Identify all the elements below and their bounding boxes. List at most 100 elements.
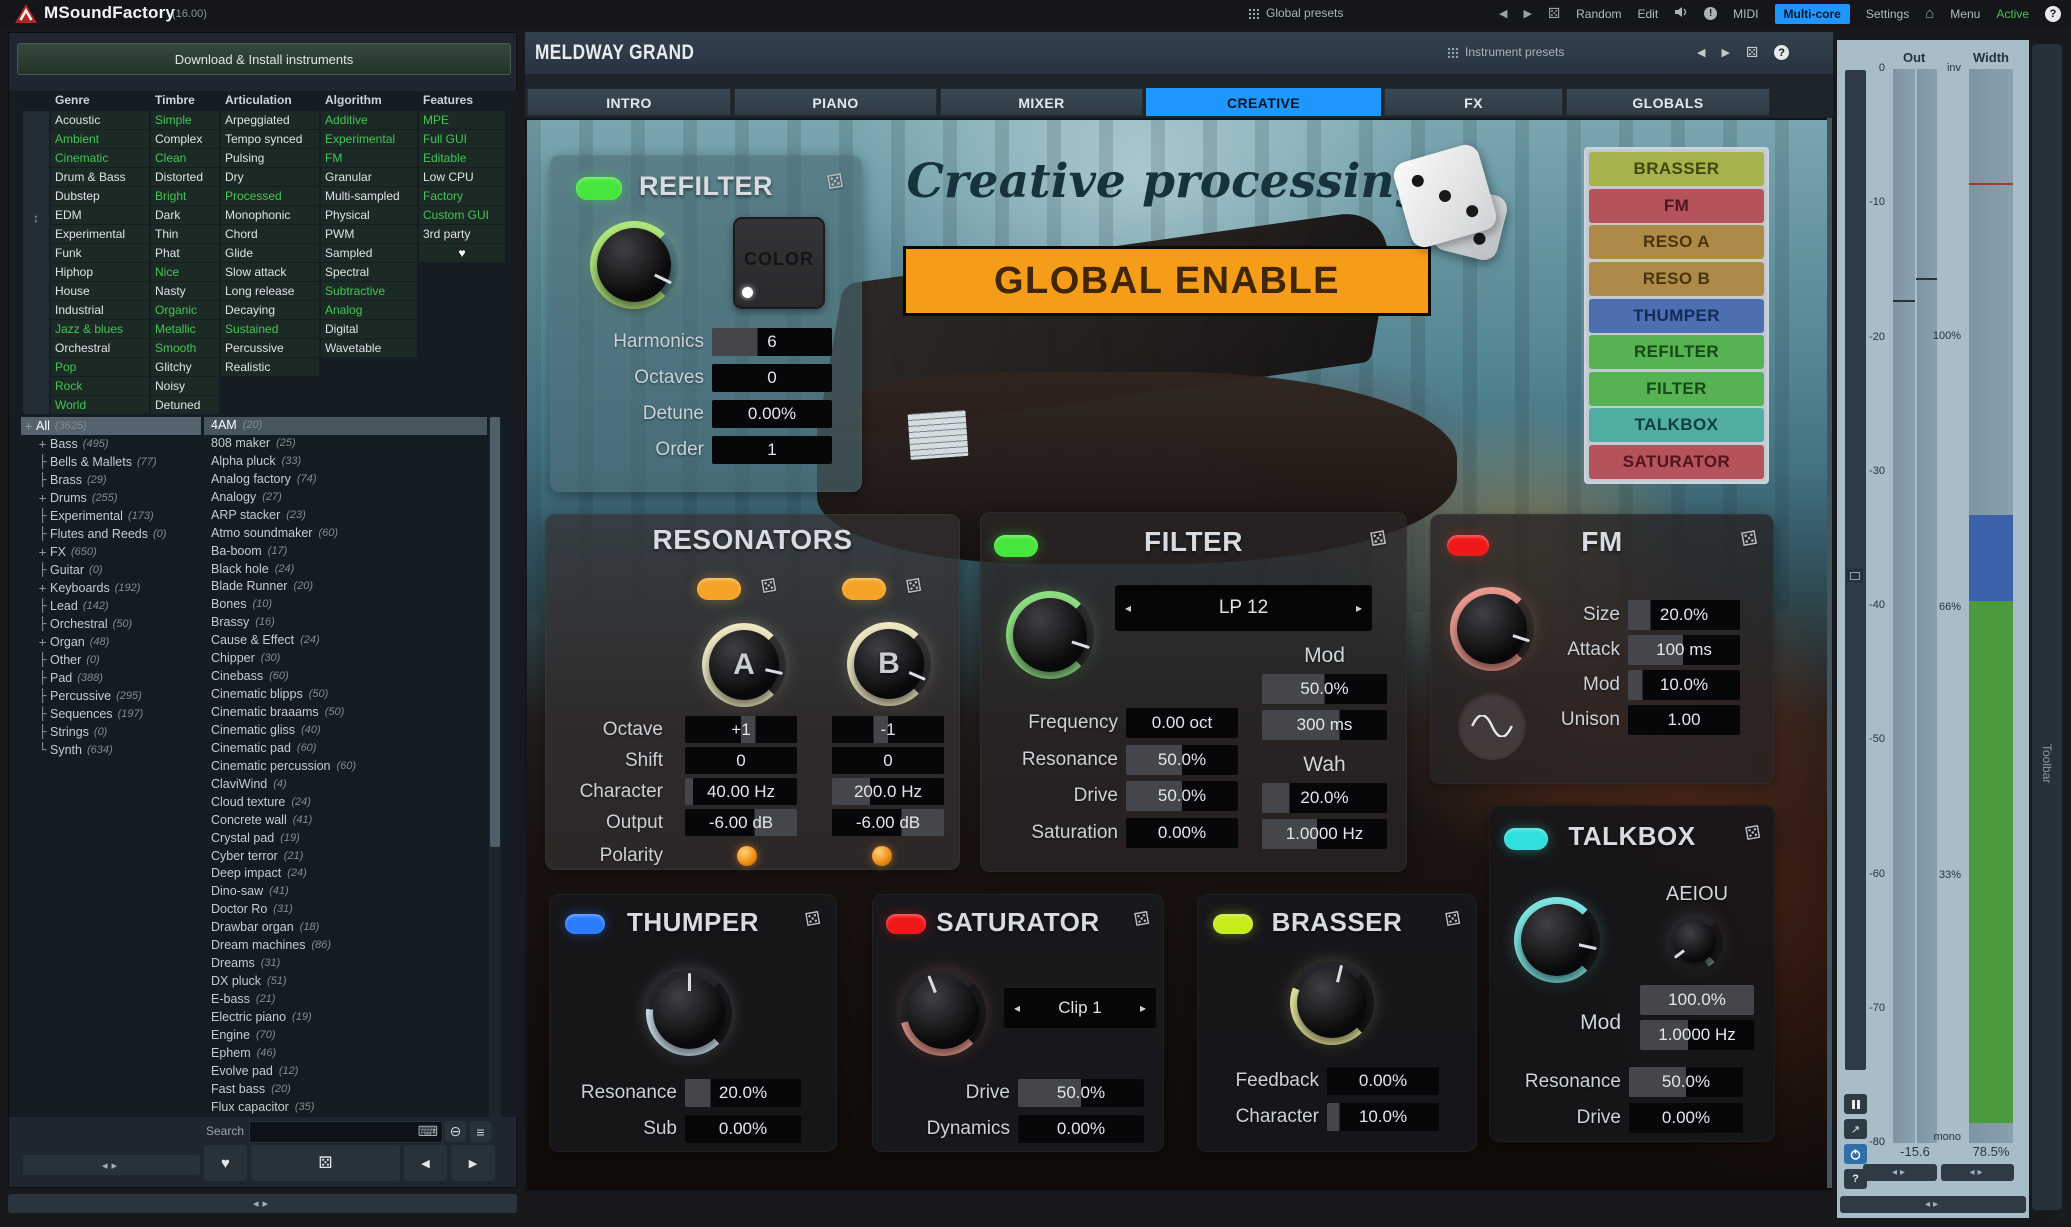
tree-item-synth[interactable]: └Synth(634) (21, 741, 201, 759)
pause-meters-button[interactable] (1844, 1094, 1867, 1114)
tree-item-organ[interactable]: +Organ(48) (21, 633, 201, 651)
preset-item-analogy[interactable]: Analogy(27) (204, 489, 487, 507)
filter-item-nasty[interactable]: Nasty (151, 282, 219, 300)
instrument-presets-button[interactable]: Instrument presets (1447, 45, 1564, 59)
module-list-item-reso-b[interactable]: RESO B (1589, 262, 1764, 296)
tree-item-keyboards[interactable]: +Keyboards(192) (21, 579, 201, 597)
filter-item-subtractive[interactable]: Subtractive (321, 282, 417, 300)
filter-item-house[interactable]: House (51, 282, 149, 300)
filter-item-spectral[interactable]: Spectral (321, 263, 417, 281)
randomize-icon[interactable]: ⚄ (1744, 822, 1763, 845)
previous-button[interactable]: ◀ (404, 1145, 447, 1181)
param-value-sub[interactable]: 0.00% (685, 1115, 801, 1143)
tree-expander-icon[interactable]: + (35, 489, 50, 507)
filter-item-smooth[interactable]: Smooth (151, 339, 219, 357)
preset-item-4am[interactable]: 4AM(20) (204, 417, 487, 435)
filter-item-3rd-party[interactable]: 3rd party (419, 225, 505, 243)
preset-item-bones[interactable]: Bones(10) (204, 596, 487, 614)
filter-item-rock[interactable]: Rock (51, 377, 149, 395)
clip-mode-dropdown[interactable]: ◂ Clip 1 ▸ (1004, 988, 1156, 1028)
preset-item-flux-capacitor[interactable]: Flux capacitor(35) (204, 1099, 487, 1117)
filter-item-mpe[interactable]: MPE (419, 111, 505, 129)
multicore-button[interactable]: Multi-core (1775, 4, 1850, 24)
filter-item-orchestral[interactable]: Orchestral (51, 339, 149, 357)
preset-item-ba-boom[interactable]: Ba-boom(17) (204, 543, 487, 561)
filter-item-industrial[interactable]: Industrial (51, 301, 149, 319)
param-value-feedback[interactable]: 0.00% (1327, 1067, 1439, 1095)
preset-item-dx-pluck[interactable]: DX pluck(51) (204, 973, 487, 991)
param-value-talkbox-mod-1[interactable]: 1.0000 Hz (1640, 1020, 1754, 1050)
filter-item-custom-gui[interactable]: Custom GUI (419, 206, 505, 224)
param-value-octave-b[interactable]: -1 (832, 716, 944, 743)
dice-icon[interactable]: ⚄ (1746, 44, 1758, 61)
filter-item-sampled[interactable]: Sampled (321, 244, 417, 262)
resonator-a-knob[interactable]: A (702, 623, 786, 707)
randomize-icon[interactable]: ⚄ (1444, 908, 1463, 931)
param-value-character-a[interactable]: 40.00 Hz (685, 778, 797, 805)
module-list-item-fm[interactable]: FM (1589, 189, 1764, 223)
filter-item-acoustic[interactable]: Acoustic (51, 111, 149, 129)
filter-item-sustained[interactable]: Sustained (221, 320, 319, 338)
filter-item-long-release[interactable]: Long release (221, 282, 319, 300)
filter-item-jazz-blues[interactable]: Jazz & blues (51, 320, 149, 338)
filter-item-granular[interactable]: Granular (321, 168, 417, 186)
filter-item-ambient[interactable]: Ambient (51, 130, 149, 148)
polarity-b-led[interactable] (872, 846, 892, 866)
filter-item-experimental[interactable]: Experimental (321, 130, 417, 148)
preset-item-cinebass[interactable]: Cinebass(60) (204, 668, 487, 686)
module-list-item-filter[interactable]: FILTER (1589, 372, 1764, 406)
tree-resize-handle[interactable]: ◂▸ (23, 1155, 200, 1175)
settings-button[interactable]: Settings (1866, 7, 1909, 21)
preset-item-cloud-texture[interactable]: Cloud texture(24) (204, 794, 487, 812)
preset-item-electric-piano[interactable]: Electric piano(19) (204, 1009, 487, 1027)
filter-item-chord[interactable]: Chord (221, 225, 319, 243)
preset-item-concrete-wall[interactable]: Concrete wall(41) (204, 812, 487, 830)
filter-frequency-knob[interactable] (1006, 591, 1094, 679)
param-value-size[interactable]: 20.0% (1628, 600, 1740, 630)
module-list-item-refilter[interactable]: REFILTER (1589, 335, 1764, 369)
param-value-saturation[interactable]: 0.00% (1126, 818, 1238, 848)
filter-item-cinematic[interactable]: Cinematic (51, 149, 149, 167)
filter-item-world[interactable]: World (51, 396, 149, 414)
param-value-drive[interactable]: 0.00% (1629, 1103, 1743, 1133)
filter-type-dropdown[interactable]: ◂ LP 12 ▸ (1115, 585, 1372, 631)
filter-item-decaying[interactable]: Decaying (221, 301, 319, 319)
param-value-resonance[interactable]: 20.0% (685, 1079, 801, 1107)
keyboard-icon[interactable]: ⌨ (418, 1123, 438, 1140)
prev-instrument-preset-button[interactable]: ◀ (1697, 46, 1705, 59)
tree-item-lead[interactable]: ├Lead(142) (21, 597, 201, 615)
preset-item-cinematic-blipps[interactable]: Cinematic blipps(50) (204, 686, 487, 704)
tree-expander-icon[interactable]: + (35, 435, 50, 453)
help-icon[interactable]: ? (1774, 45, 1789, 60)
random-preset-button[interactable]: ⚄ (251, 1145, 400, 1181)
next-preset-button[interactable]: ▶ (1523, 7, 1531, 20)
param-value-resonance[interactable]: 50.0% (1126, 745, 1238, 775)
resonator-a-toggle[interactable] (697, 578, 741, 600)
param-value-unison[interactable]: 1.00 (1628, 705, 1740, 735)
preset-list-scrollbar[interactable] (489, 417, 501, 1117)
dice-icon[interactable]: ⚄ (1548, 5, 1560, 22)
param-value-drive[interactable]: 50.0% (1018, 1079, 1144, 1107)
module-list-item-talkbox[interactable]: TALKBOX (1589, 408, 1764, 442)
filter-item-pwm[interactable]: PWM (321, 225, 417, 243)
preset-item-cinematic-braaams[interactable]: Cinematic braaams(50) (204, 704, 487, 722)
tree-item-strings[interactable]: ├Strings(0) (21, 723, 201, 741)
vowel-knob[interactable] (1667, 914, 1723, 970)
tree-item-guitar[interactable]: ├Guitar(0) (21, 561, 201, 579)
global-presets-button[interactable]: Global presets (1248, 6, 1343, 20)
global-enable-button[interactable]: GLOBAL ENABLE (903, 246, 1431, 316)
param-value-character-b[interactable]: 200.0 Hz (832, 778, 944, 805)
resonator-b-knob[interactable]: B (847, 622, 931, 706)
param-value-talkbox-mod-0[interactable]: 100.0% (1640, 985, 1754, 1015)
filter-item-slow-attack[interactable]: Slow attack (221, 263, 319, 281)
filter-item-percussive[interactable]: Percussive (221, 339, 319, 357)
param-value-order[interactable]: 1 (712, 436, 832, 464)
filter-item-distorted[interactable]: Distorted (151, 168, 219, 186)
random-button[interactable]: Random (1576, 7, 1621, 21)
module-list-item-brasser[interactable]: BRASSER (1589, 152, 1764, 186)
param-value-frequency[interactable]: 0.00 oct (1126, 708, 1238, 738)
param-value-filter-mod-0[interactable]: 50.0% (1262, 674, 1387, 704)
filter-item-low-cpu[interactable]: Low CPU (419, 168, 505, 186)
preset-item-alpha-pluck[interactable]: Alpha pluck(33) (204, 453, 487, 471)
edit-button[interactable]: Edit (1637, 7, 1658, 21)
